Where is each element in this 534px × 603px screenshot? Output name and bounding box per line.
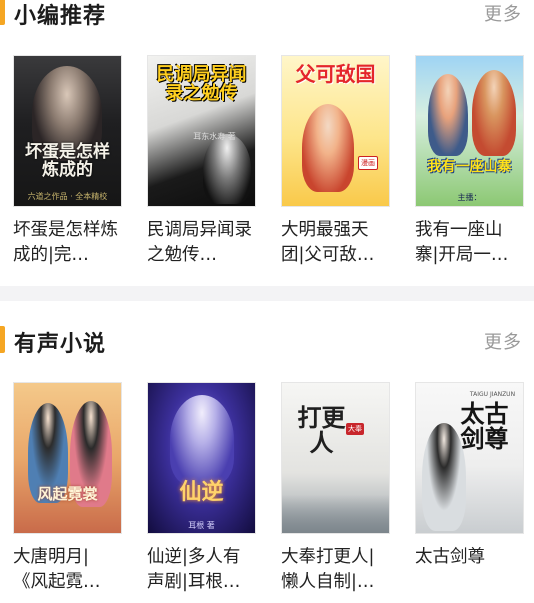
cover-figure (282, 495, 389, 533)
book-card[interactable]: 风起霓裳 大唐明月|《风起霓… (13, 382, 122, 595)
book-title: 大唐明月|《风起霓… (13, 547, 101, 592)
section-title: 小编推荐 (14, 4, 107, 29)
section-editor-picks: 小编推荐 更多 坏蛋是怎样炼成的 六道之作品 · 全本精校 坏蛋是怎样炼成的|完… (0, 0, 534, 286)
cover-figure (203, 134, 251, 204)
more-link[interactable]: 更多 (484, 328, 522, 354)
cover-title: 坏蛋是怎样炼成的 (25, 142, 110, 180)
book-cover: 父可敌国 漫画 (281, 55, 390, 207)
book-card[interactable]: 仙逆 耳根 著 仙逆|多人有声剧|耳根… (147, 382, 256, 595)
book-cover: 民调局异闻录之勉传 耳东水寿 著 (147, 55, 256, 207)
book-cover: 大奉 打更人 (281, 382, 390, 534)
book-grid: 坏蛋是怎样炼成的 六道之作品 · 全本精校 坏蛋是怎样炼成的|完… 民调局异闻录… (13, 55, 524, 268)
book-grid: 风起霓裳 大唐明月|《风起霓… 仙逆 耳根 著 仙逆|多人有声剧|耳根… 大奉 … (13, 382, 524, 595)
book-title: 坏蛋是怎样炼成的|完… (13, 220, 118, 265)
book-card[interactable]: 坏蛋是怎样炼成的 六道之作品 · 全本精校 坏蛋是怎样炼成的|完… (13, 55, 122, 268)
book-cover: 风起霓裳 (13, 382, 122, 534)
cover-title: 打更人 (297, 403, 346, 458)
book-card[interactable]: 太古剑尊 TAIGU JIANZUN 太古剑尊 (415, 382, 524, 595)
cover-subtitle: 六道之作品 · 全本精校 (27, 192, 108, 201)
section-title: 有声小说 (14, 332, 107, 357)
cover-title: 民调局异闻录之勉传 (156, 64, 247, 104)
cover-figure (472, 70, 516, 156)
section-accent-bar (0, 0, 5, 25)
more-link[interactable]: 更多 (484, 0, 522, 26)
book-card[interactable]: 大奉 打更人 大奉打更人|懒人自制|… (281, 382, 390, 595)
cover-subtitle: 耳东水寿 著 (193, 132, 236, 141)
section-header: 小编推荐 更多 (0, 0, 534, 38)
cover-subtitle: 耳根 著 (188, 521, 215, 530)
cover-title: 风起霓裳 (37, 485, 98, 503)
book-cover: 坏蛋是怎样炼成的 六道之作品 · 全本精校 (13, 55, 122, 207)
book-card[interactable]: 父可敌国 漫画 大明最强天团|父可敌… (281, 55, 390, 268)
book-cover: 我有一座山寨 主播： (415, 55, 524, 207)
cover-subtitle: 主播： (457, 193, 482, 202)
section-accent-bar (0, 326, 5, 353)
book-cover: 太古剑尊 TAIGU JIANZUN (415, 382, 524, 534)
book-title: 民调局异闻录之勉传… (147, 220, 252, 265)
cover-subtitle: TAIGU JIANZUN (469, 391, 516, 398)
cover-title: 我有一座山寨 (427, 159, 512, 175)
cover-figure (170, 395, 234, 485)
cover-figure (428, 74, 468, 156)
book-title: 大奉打更人|懒人自制|… (281, 547, 375, 592)
book-title: 太古剑尊 (415, 547, 485, 567)
book-card[interactable]: 我有一座山寨 主播： 我有一座山寨|开局一… (415, 55, 524, 268)
book-title: 仙逆|多人有声剧|耳根… (147, 547, 241, 592)
book-cover: 仙逆 耳根 著 (147, 382, 256, 534)
book-title: 我有一座山寨|开局一… (415, 220, 509, 265)
book-title: 大明最强天团|父可敌… (281, 220, 375, 265)
cover-title: 父可敌国 (295, 62, 376, 86)
book-card[interactable]: 民调局异闻录之勉传 耳东水寿 著 民调局异闻录之勉传… (147, 55, 256, 268)
cover-title: 仙逆 (179, 479, 224, 505)
cover-figure (422, 423, 466, 531)
section-divider (0, 286, 534, 301)
section-header: 有声小说 更多 (0, 301, 534, 357)
cover-figure (302, 104, 354, 192)
cover-badge: 漫画 (358, 156, 378, 170)
section-audio-novels: 有声小说 更多 风起霓裳 大唐明月|《风起霓… 仙逆 耳根 著 仙逆|多人有声剧… (0, 301, 534, 603)
